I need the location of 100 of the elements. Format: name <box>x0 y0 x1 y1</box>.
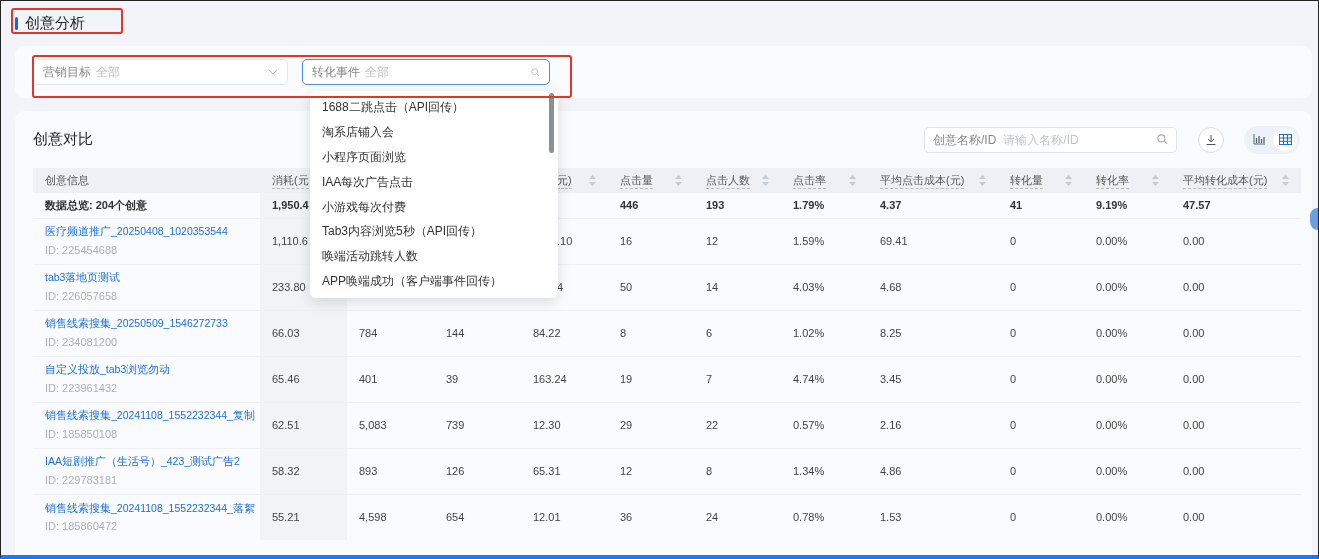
table-cell: 50 <box>620 280 633 293</box>
table-cell: 401 <box>359 372 378 385</box>
creative-link[interactable]: 自定义投放_tab3浏览勿动 <box>45 362 171 379</box>
table-cell: 1.34% <box>793 464 825 477</box>
table-cell: 4.74% <box>793 372 825 385</box>
table-cell: 24 <box>706 511 719 523</box>
creative-id: ID: 185860472 <box>45 519 119 535</box>
creative-id: ID: 225454688 <box>45 243 119 259</box>
table-cell: 3.45 <box>880 372 902 385</box>
table-cell: 65.46 <box>272 372 300 385</box>
creative-link[interactable]: tab3落地页测试 <box>45 270 121 287</box>
table-cell: 12 <box>706 234 719 247</box>
sort-icon[interactable] <box>675 175 682 186</box>
sort-icon[interactable] <box>1282 175 1289 186</box>
table-cell: 0.00% <box>1096 418 1128 431</box>
table-cell: 4.68 <box>880 280 902 293</box>
summary-value: 9.19% <box>1096 199 1128 211</box>
table-cell: 6 <box>706 326 713 339</box>
table-cell: 66.03 <box>272 326 300 339</box>
table-cell: 0.00% <box>1096 234 1128 247</box>
table-cell: 5,083 <box>359 418 387 431</box>
table-cell: 893 <box>359 464 378 477</box>
table-cell: 0 <box>1010 326 1017 339</box>
creative-link[interactable]: IAA短剧推广（生活号）_423_测试广告2 <box>45 454 240 471</box>
sort-icon[interactable] <box>1152 175 1159 186</box>
creative-link[interactable]: 销售线索搜集_20241108_1552232344_复制 <box>45 408 255 425</box>
sort-icon[interactable] <box>762 175 769 186</box>
table-cell: 0.00% <box>1096 326 1128 339</box>
table-cell: 0.00 <box>1183 418 1205 431</box>
sort-icon[interactable] <box>589 175 596 186</box>
dropdown-option[interactable]: 小游戏每次付费 <box>310 194 558 219</box>
summary-value: 193 <box>706 199 725 211</box>
table-cell: 1.53 <box>880 511 902 523</box>
creative-id: ID: 226057658 <box>45 289 119 305</box>
dropdown-option[interactable]: 1688二跳点击（API回传） <box>310 95 558 120</box>
table-icon <box>1278 134 1292 145</box>
creative-id: ID: 185850108 <box>45 427 119 443</box>
table-cell: 55.21 <box>272 511 300 523</box>
dropdown-option[interactable]: 唤端活动跳转人数 <box>310 243 558 269</box>
search-field[interactable]: 转化事件 全部 <box>302 59 550 85</box>
summary-value: 446 <box>620 199 639 211</box>
column-header: 平均转化成本(元) <box>1183 171 1268 190</box>
table-view-button[interactable] <box>1273 128 1297 151</box>
table-cell: 1.59% <box>793 234 825 247</box>
table-cell: 1,110.6 <box>272 234 308 247</box>
table-cell: 126 <box>446 464 465 477</box>
table-cell: 65.31 <box>533 464 561 477</box>
table-cell: 4,598 <box>359 511 387 523</box>
download-button[interactable] <box>1198 126 1224 153</box>
table-cell: 7 <box>706 372 713 385</box>
table-cell: 84.22 <box>533 326 561 339</box>
table-cell: 12.01 <box>533 511 561 523</box>
download-icon <box>1205 133 1217 146</box>
column-header: 平均点击成本(元) <box>880 171 965 190</box>
table-cell: 12.30 <box>533 418 561 431</box>
sort-icon[interactable] <box>849 175 856 186</box>
creative-link[interactable]: 销售线索搜集_20241108_1552232344_落絮 <box>45 500 255 517</box>
column-header: 点击率 <box>793 171 826 190</box>
table-cell: 0.57% <box>793 418 825 431</box>
summary-value: 41 <box>1010 199 1023 211</box>
table-cell: 29 <box>620 418 633 431</box>
table-cell: 784 <box>359 326 378 339</box>
table-cell: 0.00% <box>1096 464 1128 477</box>
dropdown-option[interactable]: Tab3内容浏览5秒（API回传） <box>310 219 558 244</box>
title-marker-icon <box>15 16 18 30</box>
table-cell: 2.16 <box>880 418 902 431</box>
column-header: 转化量 <box>1010 171 1043 190</box>
table-cell: 58.32 <box>272 464 300 477</box>
column-header: 点击人数 <box>706 171 750 190</box>
creative-link[interactable]: 医疗频道推广_20250408_1020353544 <box>45 224 228 241</box>
column-header: 转化率 <box>1096 171 1129 190</box>
sort-icon[interactable] <box>1065 175 1072 186</box>
search-input[interactable]: 请输入名称/ID <box>1001 129 1132 150</box>
table-cell: 14 <box>706 280 719 293</box>
table-cell: 12 <box>620 464 633 477</box>
column-header: 创意信息 <box>45 173 89 189</box>
select-field[interactable]: 营销目标 全部 <box>33 59 288 85</box>
search-field[interactable]: 创意名称/ID 请输入名称/ID <box>924 126 1177 153</box>
table-cell: 8 <box>620 326 627 339</box>
table-cell: .10 <box>557 234 573 247</box>
table-cell: 0 <box>1010 280 1017 293</box>
dropdown-option[interactable]: 小程序页面浏览 <box>310 144 558 170</box>
summary-value: 47.57 <box>1183 199 1211 211</box>
scrollbar-thumb[interactable] <box>549 93 554 153</box>
table-cell: 0.00% <box>1096 280 1128 293</box>
table-cell: 36 <box>620 511 633 523</box>
creative-link[interactable]: 销售线索搜集_20250509_1546272733 <box>45 316 228 333</box>
table-cell: 144 <box>446 326 465 339</box>
dropdown-option[interactable]: IAA每次广告点击 <box>310 169 558 195</box>
table-cell: 22 <box>706 418 719 431</box>
table-cell: 0 <box>1010 234 1017 247</box>
summary-value: 4.37 <box>880 199 902 211</box>
table-cell: 8 <box>706 464 713 477</box>
dropdown-option[interactable]: 淘系店铺入会 <box>310 119 558 145</box>
table-cell: 0 <box>1010 464 1017 477</box>
table-cell: 16 <box>620 234 633 247</box>
dropdown-option[interactable]: APP唤端成功（客户端事件回传） <box>310 268 558 294</box>
table-cell: 8.25 <box>880 326 902 339</box>
sort-icon[interactable] <box>979 175 986 186</box>
summary-label: 数据总览: 204个创意 <box>45 199 148 211</box>
